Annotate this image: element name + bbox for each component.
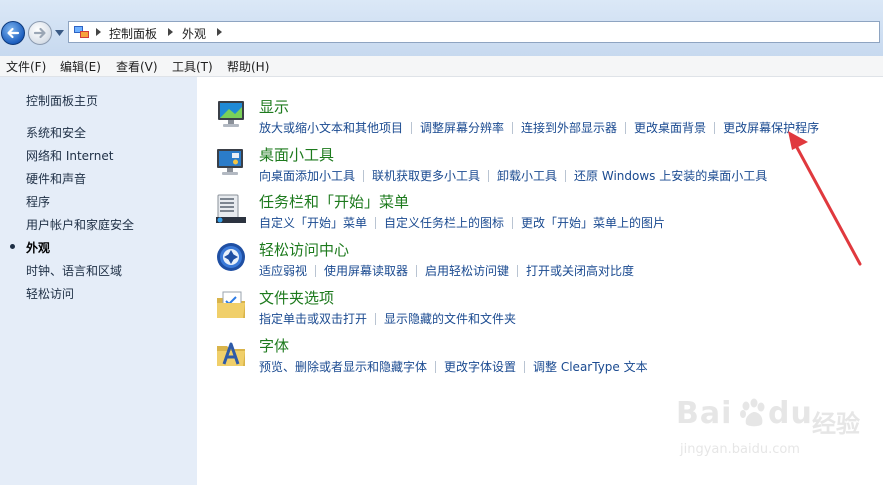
back-button[interactable] bbox=[1, 21, 25, 45]
link-screen-resolution[interactable]: 调整屏幕分辨率 bbox=[420, 121, 504, 135]
sidebar: 控制面板主页 系统和安全 网络和 Internet 硬件和声音 程序 用户帐户和… bbox=[0, 77, 197, 485]
control-panel-icon bbox=[74, 26, 89, 38]
menu-file[interactable]: 文件(F) bbox=[6, 58, 46, 75]
category-title[interactable]: 显示 bbox=[259, 96, 289, 117]
menu-help[interactable]: 帮助(H) bbox=[227, 58, 269, 75]
link-scale-text[interactable]: 放大或缩小文本和其他项目 bbox=[259, 121, 403, 135]
category-links: 自定义「开始」菜单 自定义任务栏上的图标 更改「开始」菜单上的图片 bbox=[259, 214, 665, 231]
divider bbox=[625, 122, 627, 134]
sidebar-item-network-internet[interactable]: 网络和 Internet bbox=[26, 147, 113, 164]
divider bbox=[517, 265, 519, 277]
category-links: 向桌面添加小工具 联机获取更多小工具 卸载小工具 还原 Windows 上安装的桌面小… bbox=[259, 167, 767, 184]
sidebar-item-appearance: 外观 bbox=[26, 241, 51, 255]
category-title[interactable]: 桌面小工具 bbox=[259, 144, 334, 165]
breadcrumb-separator-icon[interactable] bbox=[96, 28, 101, 36]
link-desktop-background[interactable]: 更改桌面背景 bbox=[634, 121, 706, 135]
divider bbox=[363, 170, 365, 182]
divider bbox=[375, 313, 377, 325]
category-folder-options: 文件夹选项 指定单击或双击打开 显示隐藏的文件和文件夹 bbox=[197, 287, 883, 333]
sidebar-item-ease-of-access[interactable]: 轻松访问 bbox=[26, 285, 74, 302]
sidebar-item-user-accounts[interactable]: 用户帐户和家庭安全 bbox=[26, 216, 134, 233]
breadcrumb-separator-icon[interactable] bbox=[217, 28, 222, 36]
annotation-arrow-icon bbox=[788, 131, 862, 266]
divider bbox=[416, 265, 418, 277]
sidebar-item-control-panel-home[interactable]: 控制面板主页 bbox=[26, 92, 98, 109]
address-bar: 控制面板 外观 bbox=[0, 0, 883, 56]
category-title[interactable]: 字体 bbox=[259, 335, 289, 356]
forward-arrow-icon bbox=[33, 27, 46, 39]
menu-edit[interactable]: 编辑(E) bbox=[60, 58, 101, 75]
link-change-start-picture[interactable]: 更改「开始」菜单上的图片 bbox=[521, 216, 665, 230]
link-cleartype[interactable]: 调整 ClearType 文本 bbox=[533, 360, 648, 374]
forward-button[interactable] bbox=[28, 21, 52, 45]
link-show-hidden-files[interactable]: 显示隐藏的文件和文件夹 bbox=[384, 312, 516, 326]
link-get-more-gadgets[interactable]: 联机获取更多小工具 bbox=[372, 169, 480, 183]
link-change-font-settings[interactable]: 更改字体设置 bbox=[444, 360, 516, 374]
divider bbox=[565, 170, 567, 182]
category-links: 指定单击或双击打开 显示隐藏的文件和文件夹 bbox=[259, 310, 516, 327]
category-links: 适应弱视 使用屏幕读取器 启用轻松访问键 打开或关闭高对比度 bbox=[259, 262, 634, 279]
category-fonts: 字体 预览、删除或者显示和隐藏字体 更改字体设置 调整 ClearType 文本 bbox=[197, 335, 883, 381]
link-preview-delete-fonts[interactable]: 预览、删除或者显示和隐藏字体 bbox=[259, 360, 427, 374]
divider bbox=[524, 361, 526, 373]
sidebar-item-system-security[interactable]: 系统和安全 bbox=[26, 124, 86, 141]
category-title[interactable]: 任务栏和「开始」菜单 bbox=[259, 191, 409, 212]
category-title[interactable]: 文件夹选项 bbox=[259, 287, 334, 308]
link-customize-start-menu[interactable]: 自定义「开始」菜单 bbox=[259, 216, 367, 230]
watermark-url: jingyan.baidu.com bbox=[680, 442, 800, 457]
divider bbox=[488, 170, 490, 182]
folder-options-icon[interactable] bbox=[215, 289, 247, 321]
desktop-gadgets-icon[interactable] bbox=[215, 146, 247, 178]
menu-tools[interactable]: 工具(T) bbox=[172, 58, 213, 75]
watermark-logo-text: Bai bbox=[676, 396, 733, 431]
divider bbox=[315, 265, 317, 277]
link-screen-reader[interactable]: 使用屏幕读取器 bbox=[324, 264, 408, 278]
watermark-cn-text: 经验 bbox=[812, 410, 860, 438]
sidebar-item-hardware-sound[interactable]: 硬件和声音 bbox=[26, 170, 86, 187]
divider bbox=[512, 122, 514, 134]
link-high-contrast[interactable]: 打开或关闭高对比度 bbox=[526, 264, 634, 278]
breadcrumb-appearance[interactable]: 外观 bbox=[182, 25, 206, 42]
divider bbox=[714, 122, 716, 134]
sidebar-item-clock-language[interactable]: 时钟、语言和区域 bbox=[26, 262, 122, 279]
menu-bar: 文件(F) 编辑(E) 查看(V) 工具(T) 帮助(H) bbox=[0, 56, 883, 77]
ease-of-access-icon[interactable] bbox=[215, 241, 247, 273]
divider bbox=[375, 217, 377, 229]
category-links: 预览、删除或者显示和隐藏字体 更改字体设置 调整 ClearType 文本 bbox=[259, 358, 648, 375]
display-icon[interactable] bbox=[215, 98, 247, 130]
baidu-watermark: Bai du 经验 jingyan.baidu.com bbox=[676, 392, 876, 472]
link-low-vision[interactable]: 适应弱视 bbox=[259, 264, 307, 278]
category-links: 放大或缩小文本和其他项目 调整屏幕分辨率 连接到外部显示器 更改桌面背景 更改屏幕保护程… bbox=[259, 119, 819, 136]
link-external-display[interactable]: 连接到外部显示器 bbox=[521, 121, 617, 135]
link-uninstall-gadget[interactable]: 卸载小工具 bbox=[497, 169, 557, 183]
current-item-bullet-icon bbox=[10, 244, 15, 249]
link-single-double-click[interactable]: 指定单击或双击打开 bbox=[259, 312, 367, 326]
back-arrow-icon bbox=[7, 27, 20, 39]
sidebar-item-programs[interactable]: 程序 bbox=[26, 193, 50, 210]
breadcrumb-control-panel[interactable]: 控制面板 bbox=[109, 25, 157, 42]
divider bbox=[512, 217, 514, 229]
watermark-logo-text-du: du bbox=[768, 396, 813, 431]
address-box[interactable]: 控制面板 外观 bbox=[68, 21, 880, 43]
category-title[interactable]: 轻松访问中心 bbox=[259, 239, 349, 260]
breadcrumb-separator-icon[interactable] bbox=[168, 28, 173, 36]
taskbar-icon[interactable] bbox=[215, 193, 247, 225]
link-restore-gadgets[interactable]: 还原 Windows 上安装的桌面小工具 bbox=[574, 169, 767, 183]
link-customize-taskbar-icons[interactable]: 自定义任务栏上的图标 bbox=[384, 216, 504, 230]
history-dropdown-icon[interactable] bbox=[55, 30, 64, 36]
divider bbox=[435, 361, 437, 373]
link-add-gadgets[interactable]: 向桌面添加小工具 bbox=[259, 169, 355, 183]
baidu-paw-icon bbox=[740, 398, 765, 427]
divider bbox=[411, 122, 413, 134]
menu-view[interactable]: 查看(V) bbox=[116, 58, 158, 75]
fonts-icon[interactable] bbox=[215, 337, 247, 369]
link-easy-access-keys[interactable]: 启用轻松访问键 bbox=[425, 264, 509, 278]
